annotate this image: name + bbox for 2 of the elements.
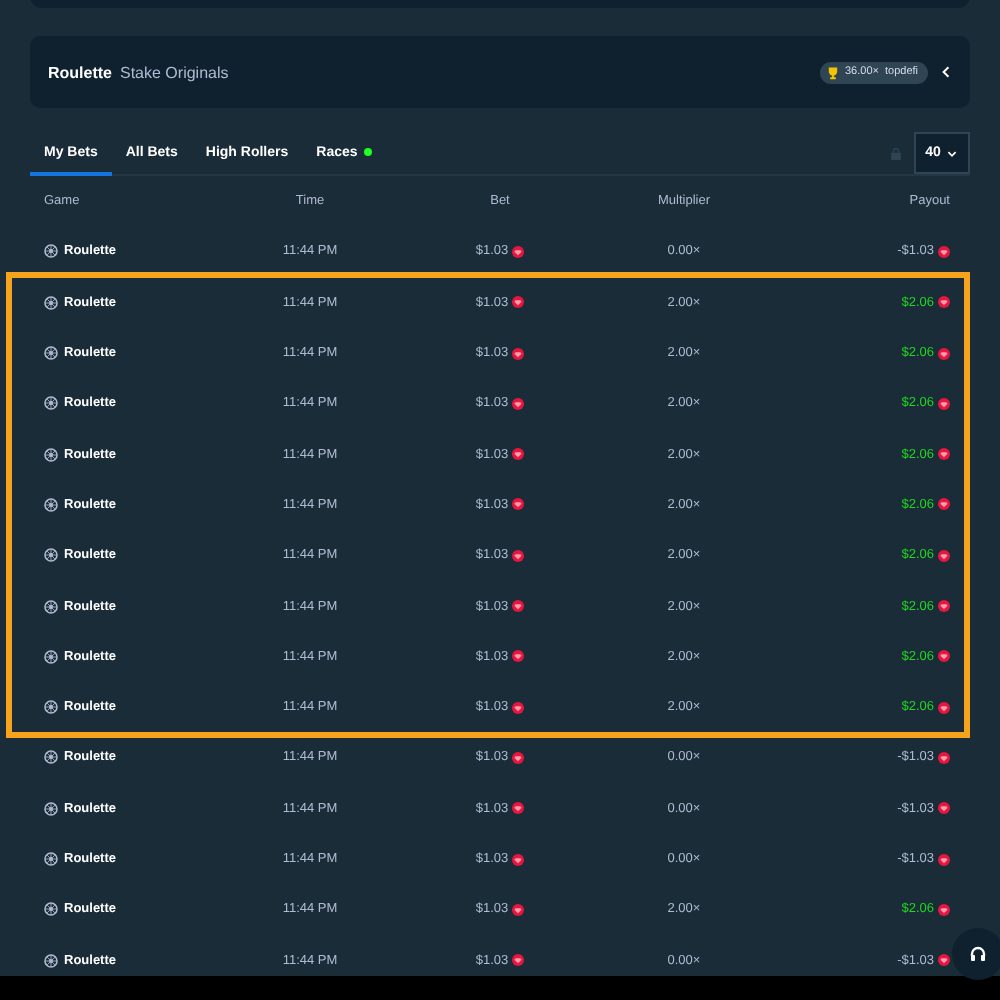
game-title: Roulette [48, 63, 112, 81]
game-subtitle: Stake Originals [120, 63, 229, 81]
